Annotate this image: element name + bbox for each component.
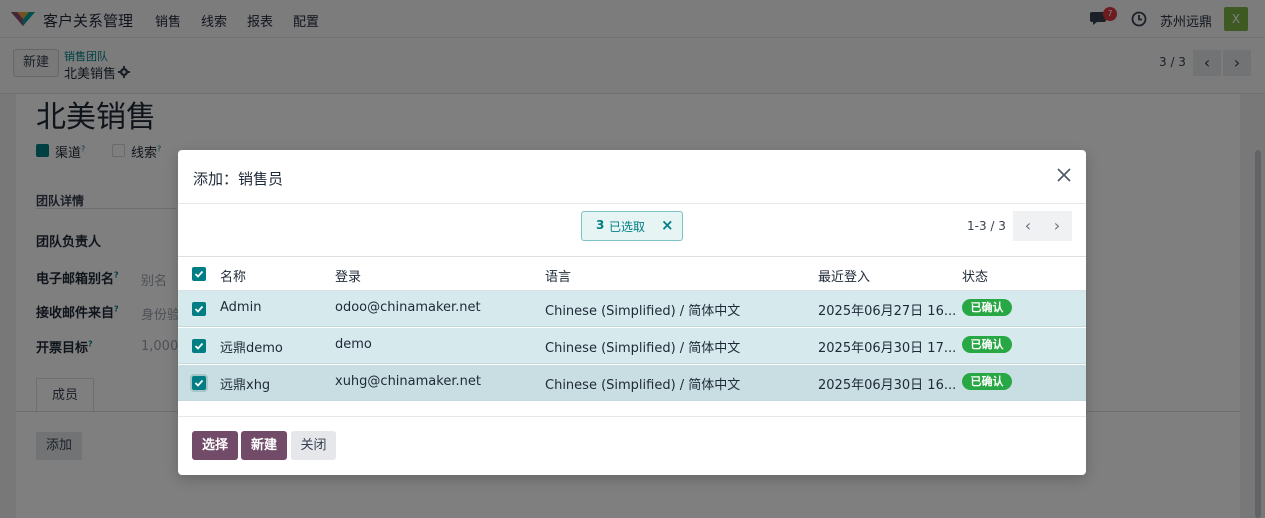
- column-last-login[interactable]: 最近登入: [818, 266, 870, 285]
- column-login[interactable]: 登录: [335, 266, 361, 285]
- cell-last-login: 2025年06月30日 17...: [818, 341, 957, 356]
- cell-name: 远鼎xhg: [220, 378, 271, 393]
- cell-login: odoo@chinamaker.net: [335, 300, 481, 315]
- selected-label: 已选取: [609, 220, 646, 234]
- cell-language: Chinese (Simplified) / 简体中文: [545, 304, 741, 319]
- table-row[interactable]: Admin odoo@chinamaker.net Chinese (Simpl…: [178, 291, 1086, 327]
- column-language[interactable]: 语言: [545, 266, 571, 285]
- check-icon: [194, 305, 204, 313]
- row-checkbox[interactable]: [192, 376, 206, 390]
- check-icon: [194, 342, 204, 350]
- cell-login: xuhg@chinamaker.net: [335, 374, 481, 389]
- cell-last-login: 2025年06月27日 16...: [818, 304, 957, 319]
- cell-login: demo: [335, 337, 372, 352]
- check-icon: [194, 270, 204, 278]
- selected-count: 3: [596, 218, 605, 232]
- dialog-title: 添加：销售员: [193, 170, 284, 188]
- dialog-pager-prev-button[interactable]: ‹: [1013, 211, 1043, 241]
- new-button[interactable]: 新建: [241, 431, 287, 460]
- close-button[interactable]: 关闭: [291, 431, 336, 460]
- close-icon[interactable]: [1056, 167, 1072, 183]
- cell-name: 远鼎demo: [220, 341, 283, 356]
- select-button[interactable]: 选择: [192, 431, 238, 460]
- cell-language: Chinese (Simplified) / 简体中文: [545, 341, 741, 356]
- cell-language: Chinese (Simplified) / 简体中文: [545, 378, 741, 393]
- chevron-left-icon: ‹: [1024, 216, 1032, 235]
- column-status[interactable]: 状态: [962, 266, 988, 285]
- select-all-checkbox[interactable]: [192, 267, 206, 281]
- status-badge: 已确认: [962, 373, 1012, 390]
- dialog-pager: 1-3 / 3: [967, 219, 1006, 233]
- dialog-footer-divider: [178, 416, 1086, 417]
- cell-name: Admin: [220, 300, 262, 315]
- row-checkbox[interactable]: [192, 302, 206, 316]
- column-name[interactable]: 名称: [220, 266, 246, 285]
- check-icon: [194, 379, 204, 387]
- clear-selection-icon[interactable]: ×: [661, 216, 674, 234]
- status-badge: 已确认: [962, 299, 1012, 316]
- dialog-pager-next-button[interactable]: ›: [1042, 211, 1072, 241]
- table-row[interactable]: 远鼎demo demo Chinese (Simplified) / 简体中文 …: [178, 328, 1086, 364]
- status-badge: 已确认: [962, 336, 1012, 353]
- dialog-filter-bar: 3 已选取 × 1-3 / 3 ‹ ›: [178, 204, 1086, 256]
- cell-last-login: 2025年06月30日 16...: [818, 378, 957, 393]
- row-checkbox[interactable]: [192, 339, 206, 353]
- table-header: 名称 登录 语言 最近登入 状态: [178, 256, 1086, 291]
- selected-filter-chip[interactable]: 3 已选取 ×: [581, 211, 683, 241]
- chevron-right-icon: ›: [1053, 216, 1061, 235]
- add-salesperson-dialog: 添加：销售员 3 已选取 × 1-3 / 3 ‹ › 名称 登录 语言 最近登入…: [178, 150, 1086, 475]
- table-row[interactable]: 远鼎xhg xuhg@chinamaker.net Chinese (Simpl…: [178, 365, 1086, 401]
